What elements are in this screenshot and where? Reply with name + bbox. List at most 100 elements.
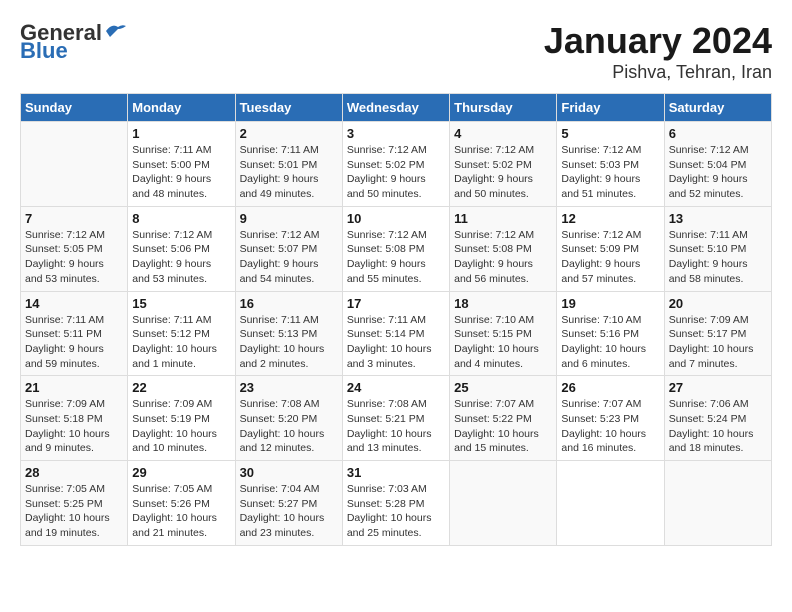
day-number: 25 <box>454 380 552 395</box>
calendar-week-row: 7Sunrise: 7:12 AMSunset: 5:05 PMDaylight… <box>21 206 772 291</box>
day-info: Sunrise: 7:11 AMSunset: 5:14 PMDaylight:… <box>347 313 445 372</box>
day-number: 27 <box>669 380 767 395</box>
calendar-cell: 25 Sunrise: 7:07 AMSunset: 5:22 PMDayligh… <box>450 376 557 461</box>
calendar-cell: 18 Sunrise: 7:10 AMSunset: 5:15 PMDayligh… <box>450 291 557 376</box>
day-number: 14 <box>25 296 123 311</box>
day-info: Sunrise: 7:12 AMSunset: 5:08 PMDaylight:… <box>454 228 552 287</box>
day-info: Sunrise: 7:10 AMSunset: 5:15 PMDaylight:… <box>454 313 552 372</box>
day-number: 12 <box>561 211 659 226</box>
calendar-cell: 17Sunrise: 7:11 AMSunset: 5:14 PMDayligh… <box>342 291 449 376</box>
calendar-cell: 20Sunrise: 7:09 AMSunset: 5:17 PMDayligh… <box>664 291 771 376</box>
calendar-header-wednesday: Wednesday <box>342 94 449 122</box>
day-info: Sunrise: 7:11 AMSunset: 5:00 PMDaylight:… <box>132 143 230 202</box>
day-number: 8 <box>132 211 230 226</box>
calendar-week-row: 1 Sunrise: 7:11 AMSunset: 5:00 PMDaylight… <box>21 122 772 207</box>
calendar-cell: 3 Sunrise: 7:12 AMSunset: 5:02 PMDaylight… <box>342 122 449 207</box>
calendar-header-thursday: Thursday <box>450 94 557 122</box>
calendar-cell: 13Sunrise: 7:11 AMSunset: 5:10 PMDayligh… <box>664 206 771 291</box>
calendar-cell <box>664 461 771 546</box>
day-info: Sunrise: 7:10 AMSunset: 5:16 PMDaylight:… <box>561 313 659 372</box>
day-number: 19 <box>561 296 659 311</box>
day-info: Sunrise: 7:05 AMSunset: 5:26 PMDaylight:… <box>132 482 230 541</box>
calendar-cell: 10 Sunrise: 7:12 AMSunset: 5:08 PMDayligh… <box>342 206 449 291</box>
day-info: Sunrise: 7:08 AMSunset: 5:20 PMDaylight:… <box>240 397 338 456</box>
day-info: Sunrise: 7:05 AMSunset: 5:25 PMDaylight:… <box>25 482 123 541</box>
calendar-week-row: 28Sunrise: 7:05 AMSunset: 5:25 PMDayligh… <box>21 461 772 546</box>
day-number: 10 <box>347 211 445 226</box>
calendar-cell: 26 Sunrise: 7:07 AMSunset: 5:23 PMDayligh… <box>557 376 664 461</box>
day-info: Sunrise: 7:09 AMSunset: 5:18 PMDaylight:… <box>25 397 123 456</box>
day-info: Sunrise: 7:12 AMSunset: 5:02 PMDaylight:… <box>454 143 552 202</box>
page-header: General Blue January 2024 Pishva, Tehran… <box>20 20 772 83</box>
calendar-header-monday: Monday <box>128 94 235 122</box>
calendar-week-row: 21 Sunrise: 7:09 AMSunset: 5:18 PMDayligh… <box>21 376 772 461</box>
calendar-header-sunday: Sunday <box>21 94 128 122</box>
calendar-cell: 9Sunrise: 7:12 AMSunset: 5:07 PMDaylight… <box>235 206 342 291</box>
calendar-cell: 6 Sunrise: 7:12 AMSunset: 5:04 PMDaylight… <box>664 122 771 207</box>
day-info: Sunrise: 7:12 AMSunset: 5:03 PMDaylight:… <box>561 143 659 202</box>
day-number: 9 <box>240 211 338 226</box>
calendar-cell: 28Sunrise: 7:05 AMSunset: 5:25 PMDayligh… <box>21 461 128 546</box>
calendar-cell: 24 Sunrise: 7:08 AMSunset: 5:21 PMDayligh… <box>342 376 449 461</box>
day-info: Sunrise: 7:07 AMSunset: 5:23 PMDaylight:… <box>561 397 659 456</box>
day-number: 24 <box>347 380 445 395</box>
calendar-header-friday: Friday <box>557 94 664 122</box>
calendar-cell: 15Sunrise: 7:11 AMSunset: 5:12 PMDayligh… <box>128 291 235 376</box>
calendar-cell <box>557 461 664 546</box>
calendar-cell <box>450 461 557 546</box>
day-info: Sunrise: 7:12 AMSunset: 5:06 PMDaylight:… <box>132 228 230 287</box>
calendar-cell: 8 Sunrise: 7:12 AMSunset: 5:06 PMDaylight… <box>128 206 235 291</box>
day-number: 15 <box>132 296 230 311</box>
calendar-cell: 12Sunrise: 7:12 AMSunset: 5:09 PMDayligh… <box>557 206 664 291</box>
day-info: Sunrise: 7:03 AMSunset: 5:28 PMDaylight:… <box>347 482 445 541</box>
calendar-cell: 14 Sunrise: 7:11 AMSunset: 5:11 PMDayligh… <box>21 291 128 376</box>
day-number: 29 <box>132 465 230 480</box>
day-number: 23 <box>240 380 338 395</box>
day-number: 1 <box>132 126 230 141</box>
day-info: Sunrise: 7:12 AMSunset: 5:05 PMDaylight:… <box>25 228 123 287</box>
day-info: Sunrise: 7:11 AMSunset: 5:11 PMDaylight:… <box>25 313 123 372</box>
day-number: 6 <box>669 126 767 141</box>
day-info: Sunrise: 7:12 AMSunset: 5:02 PMDaylight:… <box>347 143 445 202</box>
calendar-cell: 21 Sunrise: 7:09 AMSunset: 5:18 PMDayligh… <box>21 376 128 461</box>
calendar-cell: 19 Sunrise: 7:10 AMSunset: 5:16 PMDayligh… <box>557 291 664 376</box>
day-number: 18 <box>454 296 552 311</box>
logo-bird-icon <box>104 23 126 39</box>
day-info: Sunrise: 7:08 AMSunset: 5:21 PMDaylight:… <box>347 397 445 456</box>
day-info: Sunrise: 7:12 AMSunset: 5:04 PMDaylight:… <box>669 143 767 202</box>
day-info: Sunrise: 7:07 AMSunset: 5:22 PMDaylight:… <box>454 397 552 456</box>
day-info: Sunrise: 7:11 AMSunset: 5:13 PMDaylight:… <box>240 313 338 372</box>
day-number: 2 <box>240 126 338 141</box>
calendar-cell: 22Sunrise: 7:09 AMSunset: 5:19 PMDayligh… <box>128 376 235 461</box>
day-number: 4 <box>454 126 552 141</box>
day-info: Sunrise: 7:12 AMSunset: 5:08 PMDaylight:… <box>347 228 445 287</box>
day-number: 30 <box>240 465 338 480</box>
calendar-cell: 7Sunrise: 7:12 AMSunset: 5:05 PMDaylight… <box>21 206 128 291</box>
calendar-header-saturday: Saturday <box>664 94 771 122</box>
day-number: 21 <box>25 380 123 395</box>
calendar-cell: 29 Sunrise: 7:05 AMSunset: 5:26 PMDayligh… <box>128 461 235 546</box>
day-info: Sunrise: 7:06 AMSunset: 5:24 PMDaylight:… <box>669 397 767 456</box>
day-number: 3 <box>347 126 445 141</box>
day-info: Sunrise: 7:11 AMSunset: 5:01 PMDaylight:… <box>240 143 338 202</box>
calendar-cell: 1 Sunrise: 7:11 AMSunset: 5:00 PMDaylight… <box>128 122 235 207</box>
calendar-cell: 2 Sunrise: 7:11 AMSunset: 5:01 PMDaylight… <box>235 122 342 207</box>
title-block: January 2024 Pishva, Tehran, Iran <box>544 20 772 83</box>
day-number: 22 <box>132 380 230 395</box>
calendar-header-row: SundayMondayTuesdayWednesdayThursdayFrid… <box>21 94 772 122</box>
day-number: 31 <box>347 465 445 480</box>
page-title: January 2024 <box>544 20 772 62</box>
day-number: 20 <box>669 296 767 311</box>
day-number: 26 <box>561 380 659 395</box>
day-number: 13 <box>669 211 767 226</box>
calendar-cell: 27 Sunrise: 7:06 AMSunset: 5:24 PMDayligh… <box>664 376 771 461</box>
page-subtitle: Pishva, Tehran, Iran <box>544 62 772 83</box>
calendar-week-row: 14 Sunrise: 7:11 AMSunset: 5:11 PMDayligh… <box>21 291 772 376</box>
day-info: Sunrise: 7:04 AMSunset: 5:27 PMDaylight:… <box>240 482 338 541</box>
calendar-cell: 30 Sunrise: 7:04 AMSunset: 5:27 PMDayligh… <box>235 461 342 546</box>
calendar-table: SundayMondayTuesdayWednesdayThursdayFrid… <box>20 93 772 546</box>
calendar-cell: 31 Sunrise: 7:03 AMSunset: 5:28 PMDayligh… <box>342 461 449 546</box>
day-number: 5 <box>561 126 659 141</box>
calendar-cell <box>21 122 128 207</box>
calendar-header-tuesday: Tuesday <box>235 94 342 122</box>
